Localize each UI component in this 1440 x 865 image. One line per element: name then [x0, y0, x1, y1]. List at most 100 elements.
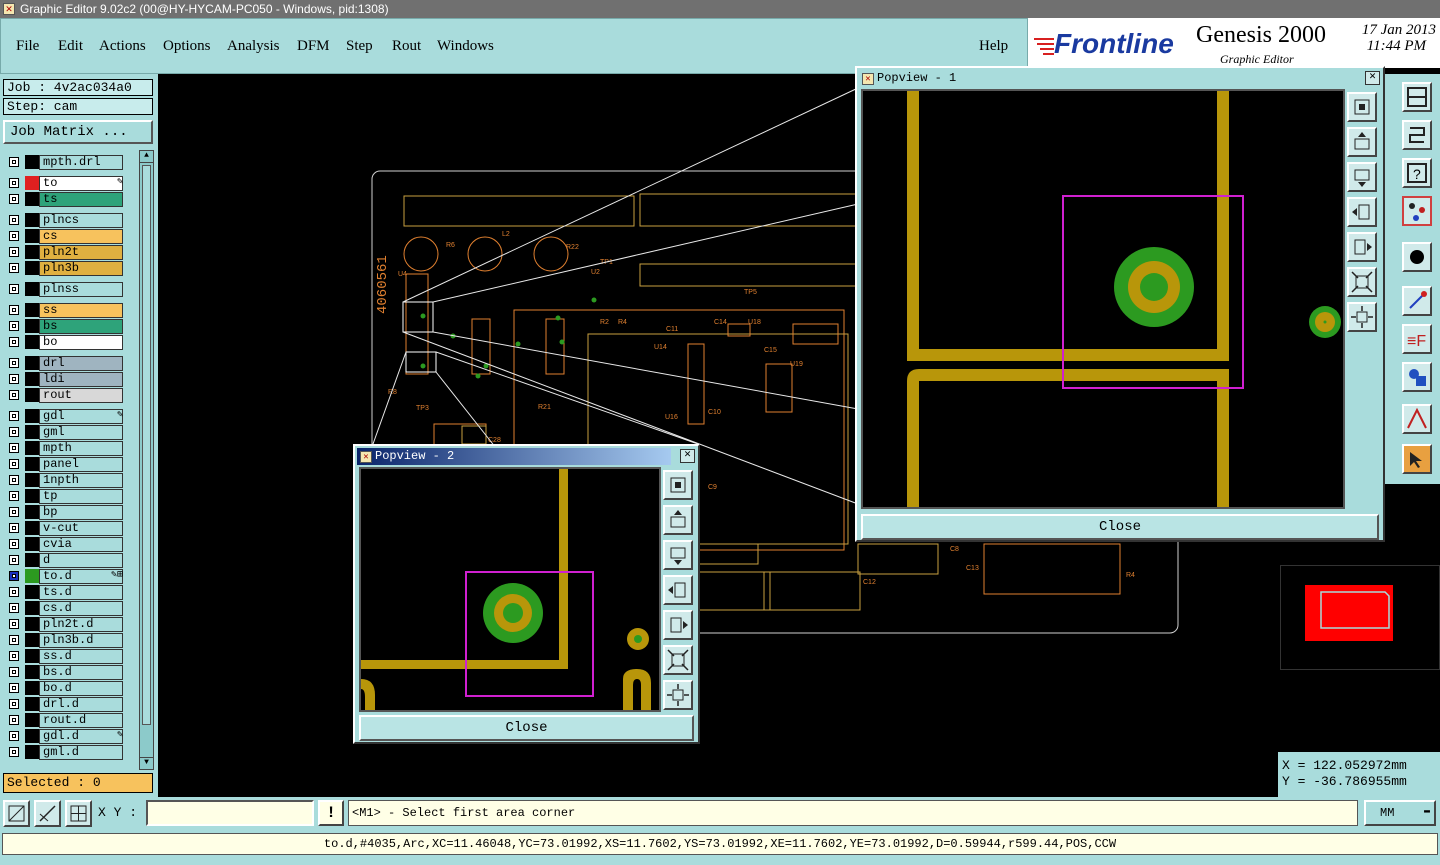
layer-scrollbar[interactable]: ▲ ▼	[139, 150, 154, 770]
layer-checkbox[interactable]	[9, 157, 19, 167]
popview-2[interactable]: ✕ Popview - 2 ✕ Close	[353, 444, 700, 744]
layer-color-swatch[interactable]	[25, 282, 39, 296]
layer-row[interactable]: rout.d	[3, 712, 137, 728]
popview-2-zoom-out-icon[interactable]	[663, 680, 693, 710]
layer-name[interactable]: panel	[39, 457, 123, 472]
layer-checkbox[interactable]	[9, 305, 19, 315]
menu-dfm[interactable]: DFM	[297, 38, 330, 55]
layer-checkbox[interactable]	[9, 178, 19, 188]
layer-row[interactable]: drl	[3, 355, 137, 371]
layer-checkbox[interactable]	[9, 374, 19, 384]
overview-map[interactable]	[1280, 565, 1440, 670]
popview-2-pan-right-icon[interactable]	[663, 610, 693, 640]
popview-1-zoom-in-icon[interactable]	[1347, 267, 1377, 297]
layer-color-swatch[interactable]	[25, 176, 39, 190]
help-icon[interactable]: ?	[1402, 158, 1432, 188]
layer-name[interactable]: bp	[39, 505, 123, 520]
layer-checkbox[interactable]	[9, 443, 19, 453]
layer-row[interactable]: bo.d	[3, 680, 137, 696]
popview-1-close-button[interactable]: Close	[861, 514, 1379, 540]
layer-name[interactable]: cs.d	[39, 601, 123, 616]
layer-name[interactable]: bo.d	[39, 681, 123, 696]
layer-row[interactable]: rout	[3, 387, 137, 403]
layer-color-swatch[interactable]	[25, 372, 39, 386]
layer-row[interactable]: ts	[3, 191, 137, 207]
layer-checkbox[interactable]	[9, 215, 19, 225]
layer-row[interactable]: gml	[3, 424, 137, 440]
layer-checkbox[interactable]	[9, 715, 19, 725]
layer-checkbox[interactable]	[9, 667, 19, 677]
layer-checkbox[interactable]	[9, 731, 19, 741]
layer-name[interactable]: tp	[39, 489, 123, 504]
snap-icon[interactable]	[1402, 120, 1432, 150]
layer-name[interactable]: pln2t.d	[39, 617, 123, 632]
layer-checkbox[interactable]	[9, 683, 19, 693]
layer-checkbox[interactable]	[9, 459, 19, 469]
layer-name[interactable]: pln2t	[39, 245, 123, 260]
layer-checkbox[interactable]	[9, 427, 19, 437]
menu-windows[interactable]: Windows	[437, 38, 494, 55]
layer-color-swatch[interactable]	[25, 192, 39, 206]
layer-name[interactable]: bs.d	[39, 665, 123, 680]
layer-checkbox[interactable]	[9, 263, 19, 273]
layer-checkbox[interactable]	[9, 651, 19, 661]
layer-row[interactable]: cs	[3, 228, 137, 244]
layer-color-swatch[interactable]	[25, 505, 39, 519]
popview-2-close-icon[interactable]: ✕	[680, 449, 695, 463]
layer-color-swatch[interactable]	[25, 457, 39, 471]
layer-checkbox[interactable]	[9, 619, 19, 629]
popview-1-close-icon[interactable]: ✕	[1365, 71, 1380, 85]
layer-name[interactable]: bs	[39, 319, 123, 334]
layer-name[interactable]: rout	[39, 388, 123, 403]
popview-2-pan-down-icon[interactable]	[663, 540, 693, 570]
popview-2-close-button[interactable]: Close	[359, 715, 694, 741]
job-matrix-button[interactable]: Job Matrix ...	[3, 120, 153, 144]
layer-color-swatch[interactable]	[25, 441, 39, 455]
grid-icon[interactable]	[65, 800, 92, 827]
layer-checkbox[interactable]	[9, 411, 19, 421]
layer-name[interactable]: gml.d	[39, 745, 123, 760]
layer-name[interactable]: cvia	[39, 537, 123, 552]
window-layout-icon[interactable]	[1402, 82, 1432, 112]
popview-1-pan-down-icon[interactable]	[1347, 162, 1377, 192]
layer-color-swatch[interactable]	[25, 617, 39, 631]
layer-row[interactable]: pln2t.d	[3, 616, 137, 632]
shapes-icon[interactable]	[1402, 362, 1432, 392]
layer-checkbox[interactable]	[9, 523, 19, 533]
popview-1-titlebar[interactable]: ✕ Popview - 1	[859, 70, 1381, 87]
popview-1-pan-left-icon[interactable]	[1347, 197, 1377, 227]
layer-name[interactable]: ts.d	[39, 585, 123, 600]
layer-checkbox[interactable]	[9, 337, 19, 347]
menu-rout[interactable]: Rout	[392, 38, 421, 55]
layer-checkbox[interactable]	[9, 587, 19, 597]
menu-step[interactable]: Step	[346, 38, 373, 55]
layer-checkbox[interactable]	[9, 491, 19, 501]
layer-row[interactable]: v-cut	[3, 520, 137, 536]
layer-name[interactable]: bo	[39, 335, 123, 350]
popview-2-pan-up-icon[interactable]	[663, 505, 693, 535]
popview-1-canvas[interactable]	[861, 89, 1345, 509]
layer-name[interactable]: to	[39, 176, 123, 191]
xy-input[interactable]	[146, 800, 314, 826]
layer-name[interactable]: d	[39, 553, 123, 568]
menu-options[interactable]: Options	[163, 38, 211, 55]
layer-name[interactable]: plnss	[39, 282, 123, 297]
popview-2-titlebar[interactable]: ✕ Popview - 2	[357, 448, 671, 465]
layer-color-swatch[interactable]	[25, 585, 39, 599]
net-icon[interactable]	[1402, 196, 1432, 226]
layer-name[interactable]: drl	[39, 356, 123, 371]
layer-checkbox[interactable]	[9, 571, 19, 581]
layer-row[interactable]: ts.d	[3, 584, 137, 600]
units-select[interactable]: MM ▬	[1364, 800, 1436, 826]
layer-row[interactable]: to.d ✎⊞	[3, 568, 137, 584]
layer-row[interactable]: d	[3, 552, 137, 568]
layer-row[interactable]: cvia	[3, 536, 137, 552]
layer-color-swatch[interactable]	[25, 261, 39, 275]
layer-color-swatch[interactable]	[25, 649, 39, 663]
layer-checkbox[interactable]	[9, 747, 19, 757]
layer-row[interactable]: 1npth	[3, 472, 137, 488]
layer-row[interactable]: gdl ✎	[3, 408, 137, 424]
layer-color-swatch[interactable]	[25, 356, 39, 370]
layer-color-swatch[interactable]	[25, 521, 39, 535]
layer-name[interactable]: cs	[39, 229, 123, 244]
